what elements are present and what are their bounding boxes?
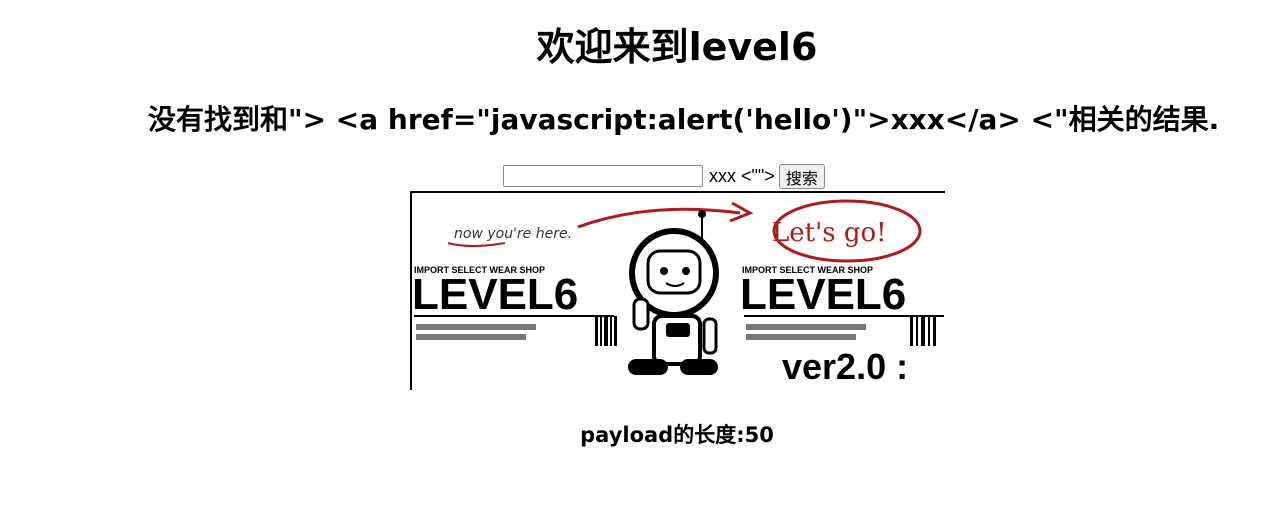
payload-length-label: payload的长度:50 — [580, 423, 774, 447]
search-button[interactable]: 搜索 — [778, 163, 825, 189]
page-title: 欢迎来到level6 — [536, 25, 818, 69]
level-logo-right: LEVEL6 — [740, 270, 906, 319]
level6-banner-image: now you're here. Let's go! IMPORT SELECT… — [410, 191, 945, 390]
banner-note-left: now you're here. — [454, 226, 572, 242]
search-injected-text: xxx <""> — [709, 165, 775, 186]
banner-note-right: Let's go! — [772, 218, 887, 248]
version-label: ver2.0 : — [782, 346, 908, 387]
level-logo-left: LEVEL6 — [412, 270, 578, 319]
search-form: xxx <""> 搜索 — [503, 163, 825, 189]
search-result-message: 没有找到和"> <a href="javascript:alert('hello… — [148, 103, 1220, 136]
search-input[interactable] — [503, 165, 703, 187]
